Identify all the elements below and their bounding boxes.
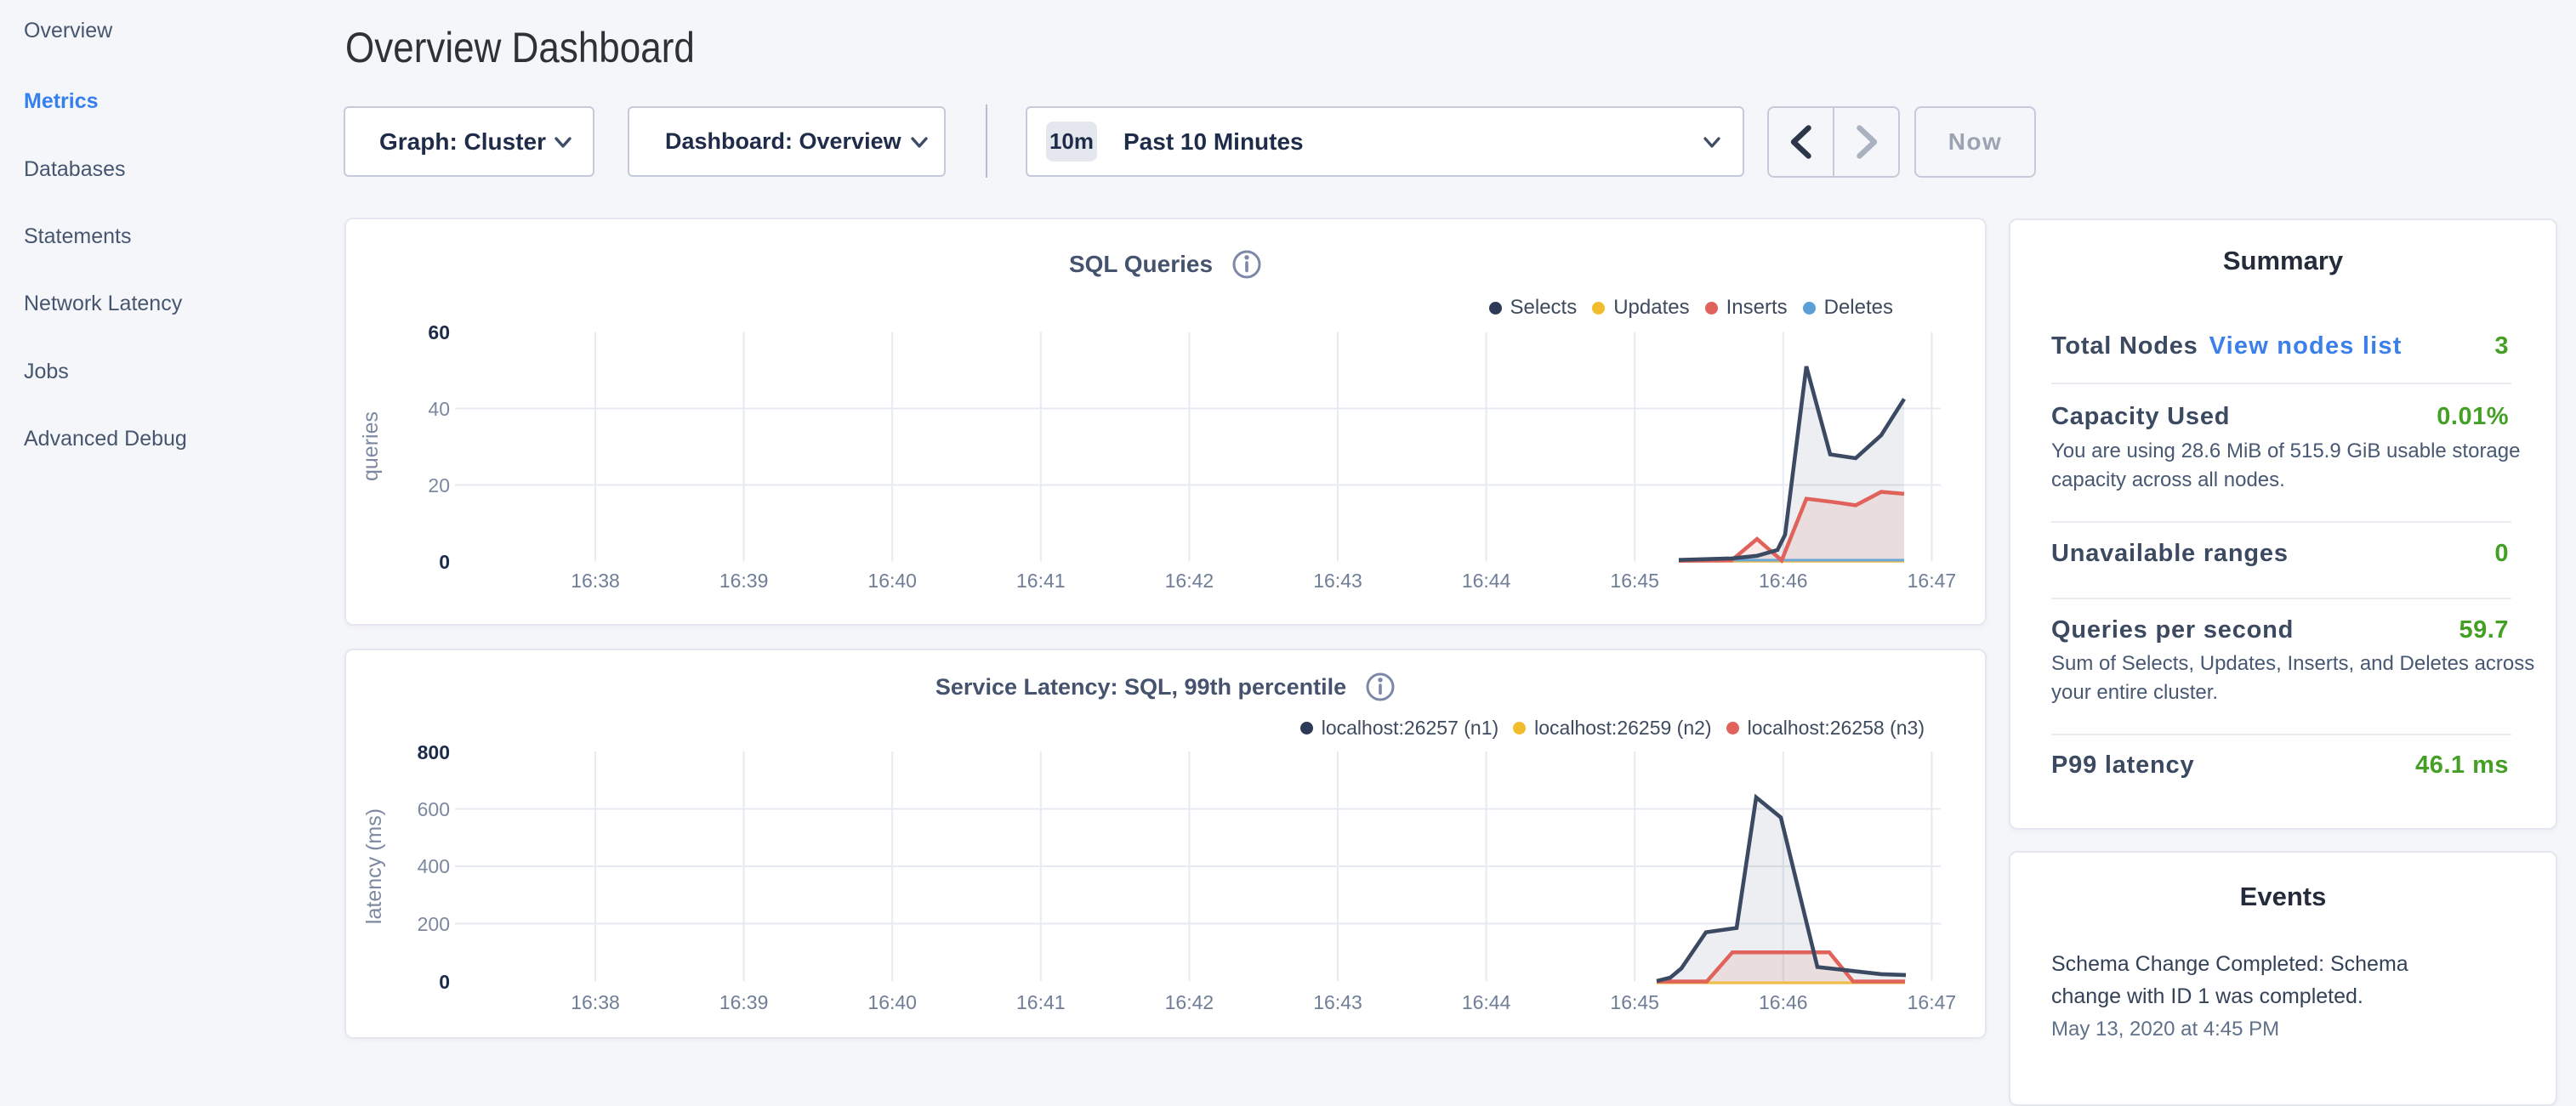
svg-text:40: 40 — [428, 398, 450, 420]
svg-text:16:46: 16:46 — [1759, 991, 1808, 1013]
svg-text:16:45: 16:45 — [1610, 570, 1659, 592]
svg-text:16:44: 16:44 — [1462, 570, 1511, 592]
svg-text:16:47: 16:47 — [1908, 991, 1957, 1013]
svg-text:16:41: 16:41 — [1016, 570, 1066, 592]
svg-text:16:41: 16:41 — [1016, 991, 1066, 1013]
svg-text:400: 400 — [418, 855, 450, 877]
svg-text:600: 600 — [418, 798, 450, 820]
svg-text:16:38: 16:38 — [571, 991, 620, 1013]
svg-text:16:43: 16:43 — [1313, 991, 1362, 1013]
svg-text:0: 0 — [439, 971, 450, 993]
svg-text:60: 60 — [428, 321, 450, 343]
svg-text:20: 20 — [428, 474, 450, 496]
svg-text:0: 0 — [439, 551, 450, 573]
svg-text:16:39: 16:39 — [719, 991, 769, 1013]
svg-text:16:46: 16:46 — [1759, 570, 1808, 592]
svg-text:200: 200 — [418, 913, 450, 935]
svg-text:queries: queries — [359, 411, 383, 481]
svg-text:16:38: 16:38 — [571, 570, 620, 592]
svg-text:16:47: 16:47 — [1908, 570, 1957, 592]
svg-text:16:42: 16:42 — [1165, 991, 1214, 1013]
svg-text:16:40: 16:40 — [867, 570, 917, 592]
svg-text:16:45: 16:45 — [1610, 991, 1659, 1013]
svg-text:latency (ms): latency (ms) — [362, 808, 386, 924]
svg-text:16:39: 16:39 — [719, 570, 769, 592]
svg-text:16:43: 16:43 — [1313, 570, 1362, 592]
svg-text:16:42: 16:42 — [1165, 570, 1214, 592]
svg-text:800: 800 — [418, 741, 450, 763]
svg-text:16:44: 16:44 — [1462, 991, 1511, 1013]
svg-text:16:40: 16:40 — [867, 991, 917, 1013]
